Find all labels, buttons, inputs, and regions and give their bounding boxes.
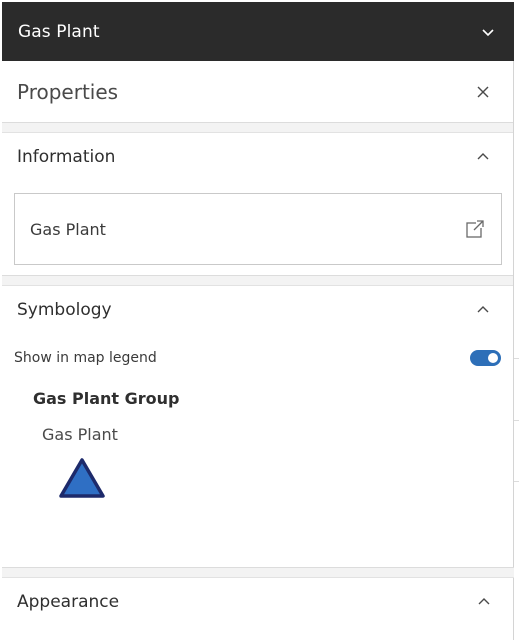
section-divider (2, 567, 514, 578)
section-divider (2, 123, 513, 133)
chevron-up-icon[interactable] (472, 590, 496, 614)
appearance-title: Appearance (17, 592, 120, 612)
appearance-section: Appearance (2, 578, 514, 626)
background-divider (514, 358, 519, 359)
chevron-up-icon[interactable] (471, 298, 495, 322)
information-card-text: Gas Plant (30, 219, 106, 239)
information-section: Information Gas Plant (2, 133, 513, 276)
information-section-end (2, 265, 513, 276)
symbol-item-label: Gas Plant (42, 425, 118, 444)
legend-toggle-switch[interactable] (470, 350, 501, 366)
information-title: Information (17, 147, 116, 167)
information-section-header[interactable]: Information (2, 133, 513, 181)
symbology-title: Symbology (17, 300, 112, 320)
legend-toggle-row: Show in map legend (2, 344, 513, 372)
background-divider (514, 481, 519, 482)
page-title: Properties (17, 79, 119, 104)
section-divider (2, 276, 513, 286)
triangle-symbol-icon (58, 456, 106, 500)
properties-window: Gas Plant Properties Information Gas Pla… (0, 0, 519, 640)
chevron-up-icon[interactable] (471, 145, 495, 169)
symbology-section-header[interactable]: Symbology (2, 286, 513, 334)
close-icon[interactable] (471, 80, 495, 104)
appearance-section-header[interactable]: Appearance (2, 578, 514, 626)
background-divider (514, 420, 519, 421)
chevron-down-icon[interactable] (478, 22, 498, 42)
external-link-icon[interactable] (463, 217, 487, 241)
layer-title: Gas Plant (18, 21, 100, 42)
symbol-group-title: Gas Plant Group (33, 389, 180, 408)
layer-header-bar: Gas Plant (2, 2, 514, 61)
properties-panel: Properties Information Gas Plant Symbolo… (2, 61, 514, 640)
information-card: Gas Plant (14, 193, 502, 265)
properties-header: Properties (2, 61, 513, 123)
legend-toggle-label: Show in map legend (14, 350, 157, 366)
toggle-knob (488, 353, 498, 363)
background-map-edge (514, 61, 519, 640)
symbology-section: Symbology Show in map legend Gas Plant G… (2, 286, 513, 500)
